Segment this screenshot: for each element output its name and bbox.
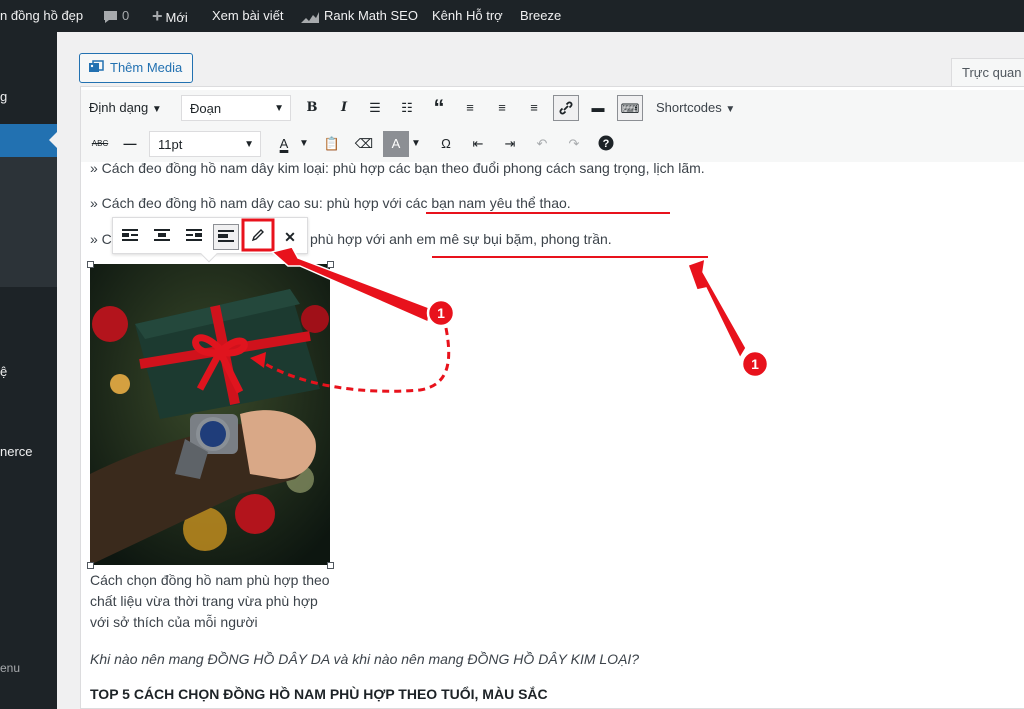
undo-icon[interactable]: ↶ xyxy=(529,131,555,157)
caret-down-icon: ▼ xyxy=(274,103,284,114)
comments-count: 0 xyxy=(122,8,130,23)
indent-icon[interactable]: ⇥ xyxy=(497,131,523,157)
content-line-2: » Cách đeo đồng hồ nam dây cao su: phù h… xyxy=(90,195,571,211)
content-line-1: » Cách đeo đồng hồ nam dây kim loại: phù… xyxy=(90,160,705,176)
paragraph-select[interactable]: Đoạn ▼ xyxy=(181,95,291,121)
align-left-icon[interactable] xyxy=(117,224,143,250)
svg-text:?: ? xyxy=(603,138,610,150)
admin-bar: n đồng hồ đẹp 0 + Mới Xem bài viết Rank M… xyxy=(0,0,1024,32)
breeze-link[interactable]: Breeze xyxy=(520,0,561,32)
content-italic-line: Khi nào nên mang ĐỒNG HỒ DÂY DA và khi n… xyxy=(90,651,640,667)
resize-handle[interactable] xyxy=(87,261,94,268)
align-center-icon[interactable] xyxy=(149,224,175,250)
tab-visual[interactable]: Trực quan xyxy=(951,58,1024,87)
editor-toolbar-1: Định dạng ▼ Đoạn ▼ B I ☰ ☷ “ ≡ ≡ ≡ ▬ ⌨ Sh… xyxy=(81,90,1024,126)
comments-link[interactable]: 0 xyxy=(103,0,129,32)
rank-math-link[interactable]: Rank Math SEO xyxy=(300,0,418,32)
add-media-label: Thêm Media xyxy=(110,60,183,75)
view-post-link[interactable]: Xem bài viết xyxy=(212,0,284,32)
bold-icon[interactable]: B xyxy=(299,95,325,121)
paste-text-icon[interactable]: 📋 xyxy=(319,131,345,157)
align-none-icon[interactable] xyxy=(213,224,239,250)
comment-icon xyxy=(104,10,117,23)
sidebar-submenu xyxy=(0,157,57,287)
new-label: Mới xyxy=(165,10,188,25)
site-name-link[interactable]: n đồng hồ đẹp xyxy=(0,0,83,32)
link-icon[interactable] xyxy=(553,95,579,121)
text-color-icon[interactable]: A xyxy=(271,131,297,157)
watch-gift-photo xyxy=(90,264,330,565)
blockquote-icon[interactable]: “ xyxy=(426,95,452,121)
italic-icon[interactable]: I xyxy=(331,95,357,121)
resize-handle[interactable] xyxy=(327,261,334,268)
caret-down-icon: ▼ xyxy=(725,104,736,115)
image-inline-toolbar: ✕ xyxy=(112,217,308,263)
paragraph-label: Đoạn xyxy=(190,101,222,116)
caret-down-icon: ▼ xyxy=(244,139,254,150)
sidebar-item-label-3[interactable]: nerce xyxy=(0,444,57,459)
numbered-list-icon[interactable]: ☷ xyxy=(394,95,420,121)
format-label: Định dạng xyxy=(89,100,149,115)
font-size-select[interactable]: 11pt ▼ xyxy=(149,131,261,157)
sidebar-item-label-2[interactable]: ệ xyxy=(0,364,57,379)
help-icon[interactable]: ? xyxy=(593,131,619,157)
content-heading: TOP 5 CÁCH CHỌN ĐỒNG HỒ NAM PHÙ HỢP THEO… xyxy=(90,686,548,702)
resize-handle[interactable] xyxy=(87,562,94,569)
bullet-list-icon[interactable]: ☰ xyxy=(362,95,388,121)
shortcodes-label: Shortcodes xyxy=(656,100,722,115)
caret-down-icon: ▼ xyxy=(151,104,162,115)
align-right-icon[interactable]: ≡ xyxy=(521,95,547,121)
content-line-3-prefix: » C xyxy=(90,231,112,247)
image-caption[interactable]: Cách chọn đồng hồ nam phù hợp theo chất … xyxy=(90,570,340,633)
admin-sidebar: g ệ nerce enu xyxy=(0,32,57,709)
plus-icon: + xyxy=(152,6,163,26)
strikethrough-icon[interactable]: ABC xyxy=(87,131,113,157)
align-left-icon[interactable]: ≡ xyxy=(457,95,483,121)
sidebar-item-label-1[interactable]: g xyxy=(0,89,57,104)
active-menu-arrow xyxy=(49,132,57,148)
media-icon xyxy=(89,60,104,72)
collapse-menu-label[interactable]: enu xyxy=(0,661,57,675)
align-center-icon[interactable]: ≡ xyxy=(489,95,515,121)
special-character-icon[interactable]: Ω xyxy=(433,131,459,157)
horizontal-line-icon[interactable]: — xyxy=(117,131,143,157)
format-dropdown[interactable]: Định dạng ▼ xyxy=(89,95,162,121)
font-size-value: 11pt xyxy=(158,137,183,152)
rank-math-label: Rank Math SEO xyxy=(324,8,418,23)
selected-image[interactable] xyxy=(90,264,330,565)
support-link[interactable]: Kênh Hỗ trợ xyxy=(432,0,503,32)
align-right-icon[interactable] xyxy=(181,224,207,250)
edit-pencil-icon[interactable] xyxy=(245,224,271,250)
read-more-icon[interactable]: ▬ xyxy=(585,95,611,121)
remove-image-icon[interactable]: ✕ xyxy=(277,224,303,250)
clear-formatting-icon[interactable]: ⌫ xyxy=(351,131,377,157)
new-content-link[interactable]: + Mới xyxy=(152,0,188,32)
redo-icon[interactable]: ↷ xyxy=(561,131,587,157)
resize-handle[interactable] xyxy=(327,562,334,569)
shortcodes-dropdown[interactable]: Shortcodes ▼ xyxy=(656,95,735,121)
add-media-button[interactable]: Thêm Media xyxy=(79,53,194,83)
rank-math-icon xyxy=(301,11,319,23)
toolbar-toggle-icon[interactable]: ⌨ xyxy=(617,95,643,121)
content-line-3: phù hợp với anh em mê sự bụi bặm, phong … xyxy=(310,231,612,247)
outdent-icon[interactable]: ⇤ xyxy=(465,131,491,157)
caret-down-icon[interactable]: ▼ xyxy=(299,131,309,157)
caret-down-icon[interactable]: ▼ xyxy=(411,131,421,157)
background-color-icon[interactable]: A xyxy=(383,131,409,157)
editor-toolbar-2: ABC — 11pt ▼ A ▼ 📋 ⌫ A ▼ Ω ⇤ ⇥ ↶ ↷ ? xyxy=(81,126,1024,162)
